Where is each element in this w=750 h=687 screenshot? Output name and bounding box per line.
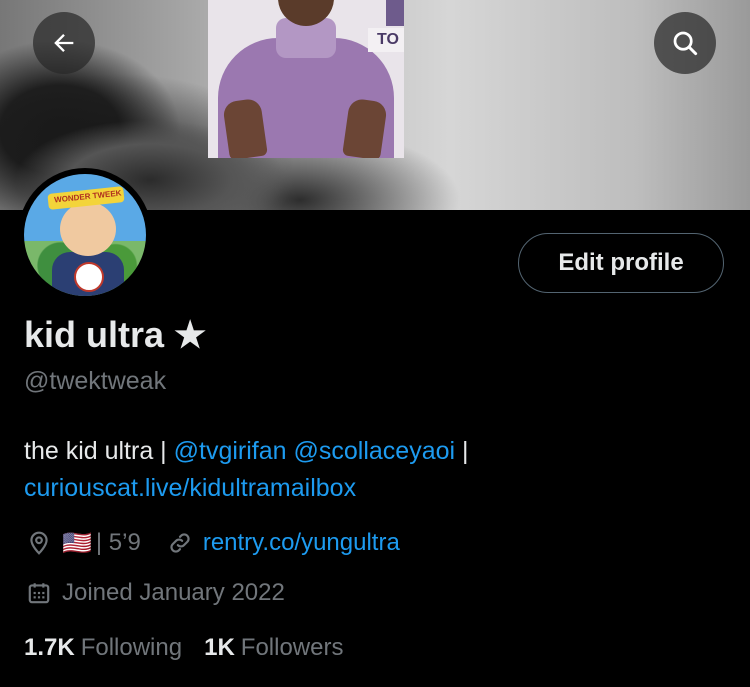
avatar-image: WONDER TWEEK [24, 174, 146, 296]
avatar-face [60, 202, 116, 256]
profile-meta-row: 🇺🇸 | 5’9 rentry.co/yungultra [24, 526, 400, 560]
website-link[interactable]: rentry.co/yungultra [203, 529, 400, 557]
joined-date-row: Joined January 2022 [24, 576, 285, 610]
followers-label: Followers [240, 634, 344, 661]
followers-link[interactable]: 1K Followers [204, 634, 343, 662]
calendar-icon [24, 578, 54, 608]
display-name: kid ultra ★ [24, 314, 207, 355]
following-label: Following [80, 634, 183, 661]
bio-mention-link[interactable]: @scollaceyaoi [294, 437, 456, 465]
bio-text: | [455, 437, 469, 465]
follow-stats: 1.7K Following 1K Followers [24, 634, 365, 662]
followers-count: 1K [204, 634, 235, 661]
avatar-logo [74, 262, 104, 292]
location-pin-icon [24, 528, 54, 558]
username-handle: @twektweak [24, 367, 167, 395]
following-count: 1.7K [24, 634, 75, 661]
artwork-sign-bar [386, 0, 404, 26]
location-text: | 5’9 [95, 529, 141, 556]
artwork-hand-right [342, 97, 388, 158]
back-button[interactable] [33, 12, 95, 74]
following-link[interactable]: 1.7K Following [24, 634, 182, 662]
joined-date-text: Joined January 2022 [62, 579, 285, 606]
search-icon [673, 31, 698, 56]
profile-bio: the kid ultra | @tvgirifan @scollaceyaoi… [24, 433, 724, 507]
arrow-left-icon [54, 34, 74, 52]
link-icon [165, 528, 195, 558]
bio-space [287, 437, 294, 465]
avatar[interactable]: WONDER TWEEK [18, 168, 152, 302]
artwork-sign-text: TO [368, 28, 404, 52]
edit-profile-button[interactable]: Edit profile [518, 233, 724, 293]
bio-url-link[interactable]: curiouscat.live/kidultramailbox [24, 474, 356, 502]
us-flag-icon: 🇺🇸 [62, 529, 92, 557]
bio-text: the kid ultra | [24, 437, 174, 465]
bio-mention-link[interactable]: @tvgirifan [174, 437, 287, 465]
banner-artwork: TO [208, 0, 404, 158]
search-button[interactable] [654, 12, 716, 74]
